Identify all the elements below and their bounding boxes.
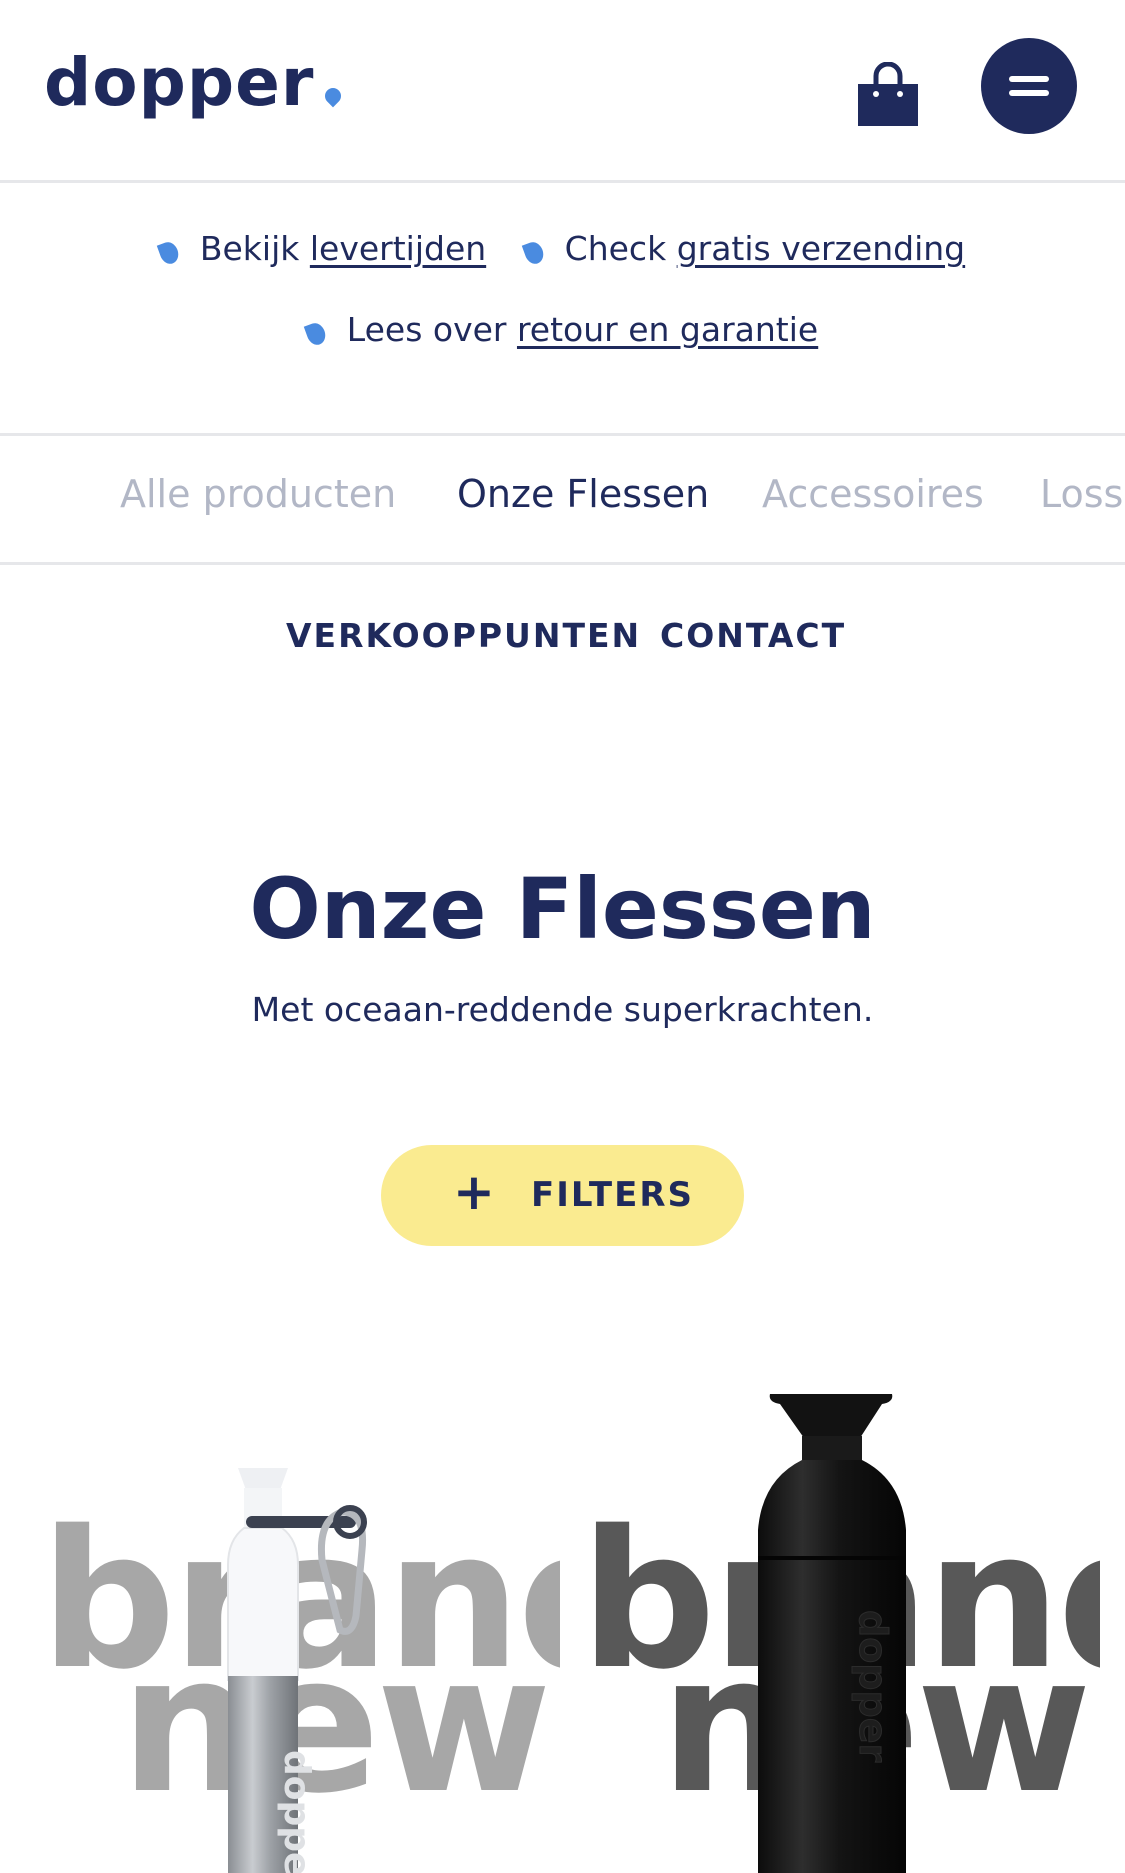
steel-bottle-image: dopper [227, 1468, 367, 1873]
product-card[interactable]: brand new dopper [560, 1380, 1100, 1873]
dopper-logo[interactable]: dopper [44, 50, 314, 116]
levertijden-link[interactable]: levertijden [310, 229, 486, 268]
verkooppunten-link[interactable]: VERKOOPPUNTEN [286, 616, 641, 655]
info-bar: Bekijk levertijden Check gratis verzendi… [0, 183, 1125, 436]
tab-onze-flessen[interactable]: Onze Flessen [457, 472, 709, 516]
plus-icon: + [453, 1163, 495, 1221]
black-bottle-image: dopper [758, 1394, 906, 1873]
hamburger-menu-icon [1009, 76, 1049, 82]
info-row: Lees over retour en garantie [0, 310, 1125, 349]
page-subtitle: Met oceaan-reddende superkrachten. [251, 990, 874, 1029]
hamburger-menu-icon-line [1009, 90, 1049, 96]
info-item-returns: Lees over retour en garantie [303, 310, 818, 349]
retour-garantie-link[interactable]: retour en garantie [517, 310, 818, 349]
product-card[interactable]: brand new dopper [20, 1380, 560, 1873]
info-prefix: Check [564, 229, 667, 268]
filters-label: FILTERS [531, 1175, 694, 1215]
bottle-brand-text: dopper [851, 1610, 895, 1762]
category-tabs: Alle producten Onze Flessen Accessoires … [0, 436, 1125, 565]
tab-alle-producten[interactable]: Alle producten [120, 472, 396, 516]
shopping-bag-icon[interactable] [856, 61, 920, 126]
info-prefix: Lees over [346, 310, 507, 349]
tab-losse[interactable]: Losse [1040, 472, 1125, 516]
contact-link[interactable]: CONTACT [660, 616, 846, 655]
menu-button[interactable] [981, 38, 1077, 134]
info-item-delivery: Bekijk levertijden [156, 229, 486, 268]
logo-drop-icon [321, 84, 345, 108]
tab-accessoires[interactable]: Accessoires [762, 472, 984, 516]
info-item-shipping: Check gratis verzending [521, 229, 965, 268]
bottle-brand-text: dopper [276, 1750, 317, 1873]
info-row: Bekijk levertijden Check gratis verzendi… [0, 229, 1125, 268]
drop-icon [156, 239, 182, 267]
info-prefix: Bekijk [199, 229, 300, 268]
filters-button[interactable]: + FILTERS [381, 1145, 744, 1246]
site-header: dopper [0, 0, 1125, 183]
drop-icon [521, 239, 546, 267]
gratis-verzending-link[interactable]: gratis verzending [677, 229, 965, 268]
page-title: Onze Flessen [249, 860, 876, 958]
drop-icon [303, 320, 329, 348]
